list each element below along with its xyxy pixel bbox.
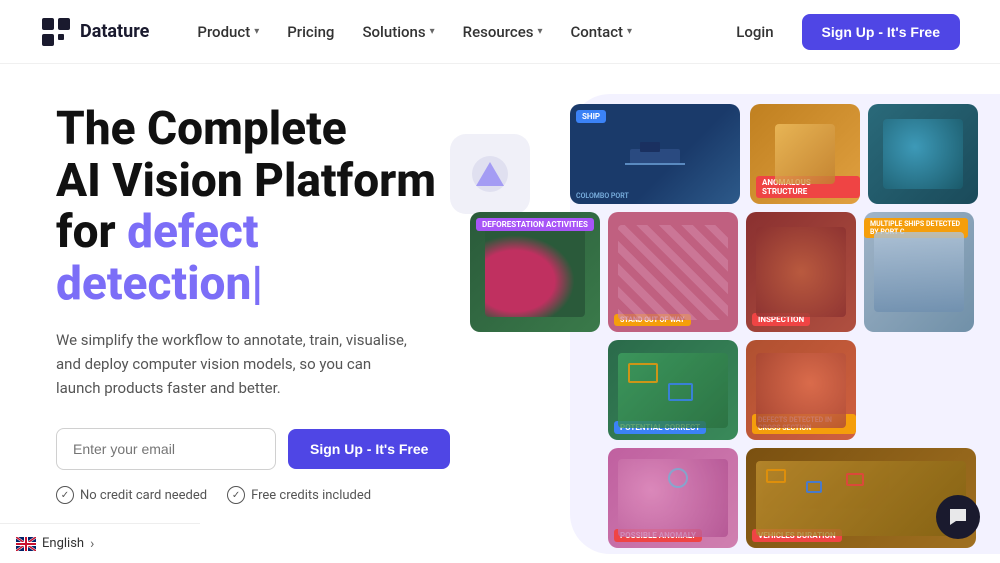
image-card-defects: DEFECTS DETECTED IN CROSS SECTION: [746, 340, 856, 440]
image-card-ship: SHIP COLOMBO PORT: [570, 104, 740, 204]
hero-left: The Complete AI Vision Platform for defe…: [0, 64, 480, 563]
label-ship: SHIP: [576, 110, 606, 123]
nav-item-solutions[interactable]: Solutions ▾: [350, 15, 446, 49]
hero-heading: The Complete AI Vision Platform for defe…: [56, 104, 480, 310]
hero-right: SHIP COLOMBO PORT ANOMALOUS STRUCTURE: [450, 74, 1000, 563]
logo[interactable]: Datature: [40, 16, 149, 48]
nav-right: Login Sign Up - It's Free: [724, 14, 960, 50]
location-label: COLOMBO PORT: [576, 192, 629, 200]
image-card-buildings: STAND OUT OF WAY: [608, 212, 738, 332]
hero-section: The Complete AI Vision Platform for defe…: [0, 64, 1000, 563]
nav-links: Product ▾ Pricing Solutions ▾ Resources …: [185, 15, 724, 49]
image-card-vehicles: VEHICLES DURATION: [746, 448, 976, 548]
nav-item-contact[interactable]: Contact ▾: [558, 15, 644, 49]
check-icon: ✓: [56, 486, 74, 504]
login-button[interactable]: Login: [724, 15, 785, 49]
image-card-deforestation: DEFORESTATION ACTIVITIES: [470, 212, 600, 332]
navbar: Datature Product ▾ Pricing Solutions ▾ R…: [0, 0, 1000, 64]
chevron-down-icon: ▾: [254, 26, 259, 37]
chevron-down-icon: ▾: [430, 26, 435, 37]
image-card-cells: POSSIBLE ANOMALY: [608, 448, 738, 548]
image-card-structure: ANOMALOUS STRUCTURE: [750, 104, 860, 204]
badge-no-cc: ✓ No credit card needed: [56, 486, 207, 504]
hero-cta: Sign Up - It's Free: [56, 428, 480, 470]
image-card-potential: POTENTIAL CORRECT: [608, 340, 738, 440]
image-card-inspection: INSPECTION: [746, 212, 856, 332]
chevron-down-icon: ▾: [537, 26, 542, 37]
nav-item-resources[interactable]: Resources ▾: [451, 15, 555, 49]
nav-item-pricing[interactable]: Pricing: [275, 15, 346, 49]
label-deforestation: DEFORESTATION ACTIVITIES: [476, 218, 594, 231]
nav-item-product[interactable]: Product ▾: [185, 15, 271, 49]
chevron-down-icon: ▾: [627, 26, 632, 37]
hero-badges: ✓ No credit card needed ✓ Free credits i…: [56, 486, 480, 504]
image-card-water: [868, 104, 978, 204]
image-grid: SHIP COLOMBO PORT ANOMALOUS STRUCTURE: [470, 104, 990, 554]
hero-signup-button[interactable]: Sign Up - It's Free: [288, 429, 450, 469]
check-icon: ✓: [227, 486, 245, 504]
image-card-ships-detected: MULTIPLE SHIPS DETECTED BY PORT C: [864, 212, 974, 332]
hero-subtext: We simplify the workflow to annotate, tr…: [56, 328, 416, 400]
nav-signup-button[interactable]: Sign Up - It's Free: [802, 14, 960, 50]
logo-text: Datature: [80, 21, 149, 42]
email-input[interactable]: [56, 428, 276, 470]
chat-button[interactable]: [936, 495, 980, 539]
badge-free-credits: ✓ Free credits included: [227, 486, 371, 504]
